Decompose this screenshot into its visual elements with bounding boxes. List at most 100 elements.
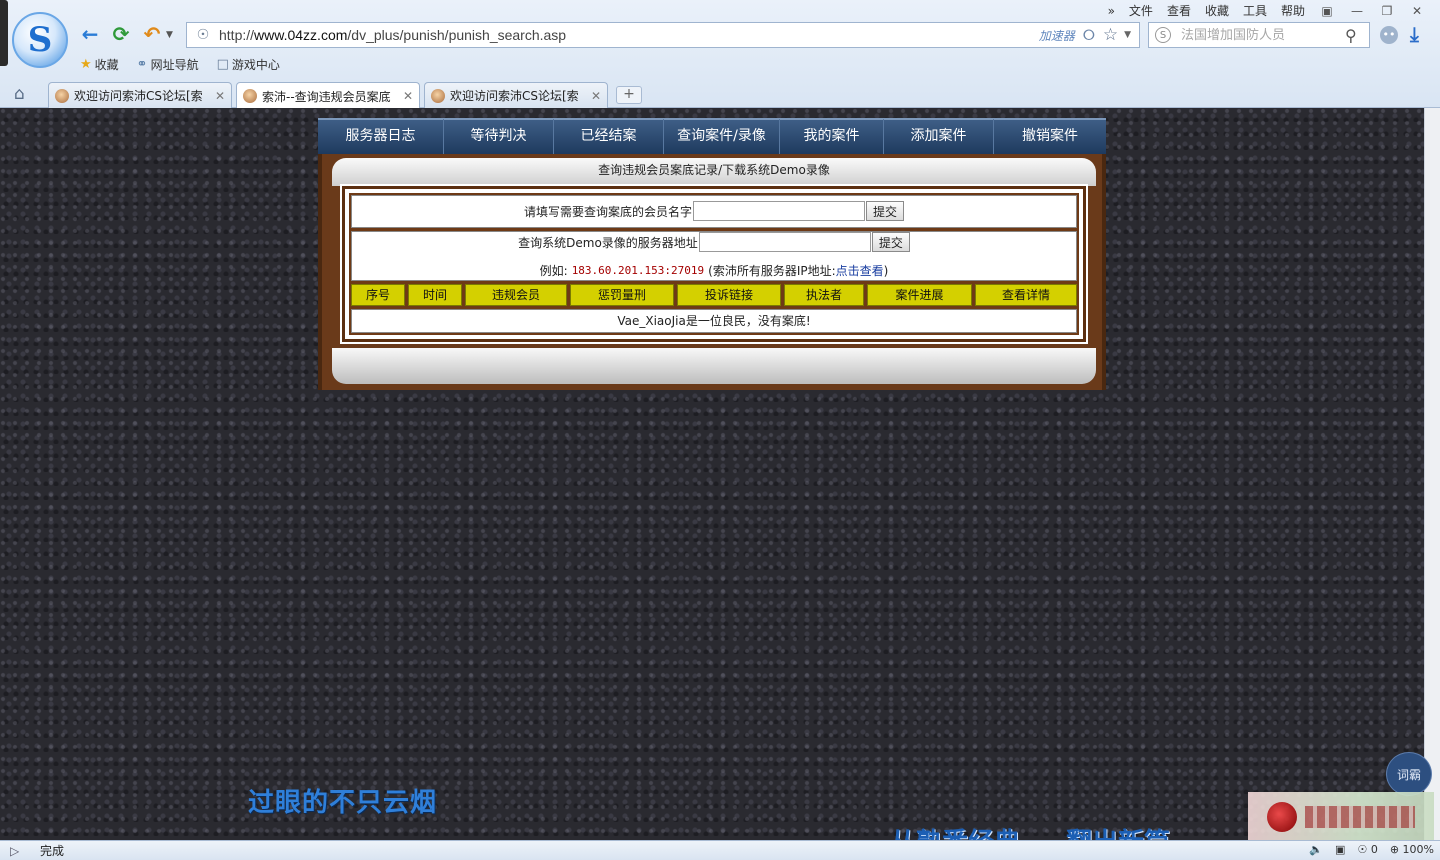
fav-label: 收藏 bbox=[94, 58, 119, 72]
col-progress: 案件进展 bbox=[867, 284, 972, 306]
server-address-label: 查询系统Demo录像的服务器地址 bbox=[518, 235, 698, 250]
url-host: www.04zz.com bbox=[254, 27, 348, 43]
example-ip: 183.60.201.153:27019 bbox=[571, 264, 705, 278]
result-message: Vae_XiaoJia是一位良民，没有案底! bbox=[351, 309, 1077, 333]
tab-close-icon[interactable]: ✕ bbox=[403, 89, 413, 103]
minimize-icon[interactable]: — bbox=[1342, 4, 1372, 18]
member-search-submit-button[interactable]: 提交 bbox=[866, 201, 905, 222]
search-input[interactable] bbox=[1181, 27, 1341, 43]
member-search-line: 请填写需要查询案底的会员名字 提交 bbox=[523, 201, 905, 222]
member-search-form: 请填写需要查询案底的会员名字 提交 bbox=[351, 195, 1077, 228]
home-icon[interactable]: ⌂ bbox=[14, 84, 25, 104]
server-search-submit-button[interactable]: 提交 bbox=[871, 232, 910, 253]
shield-icon: ☉ bbox=[1357, 843, 1368, 856]
nav-add-case[interactable]: 添加案件 bbox=[884, 119, 994, 155]
tab-title: 欢迎访问索沛CS论坛[索 bbox=[450, 89, 579, 103]
tab-close-icon[interactable]: ✕ bbox=[215, 89, 225, 103]
url-text[interactable]: http://www.04zz.com/dv_plus/punish/punis… bbox=[219, 27, 1039, 43]
tab-forum-2[interactable]: 欢迎访问索沛CS论坛[索 ✕ bbox=[424, 82, 608, 108]
page-content: 服务器日志 等待判决 已经结案 查询案件/录像 我的案件 添加案件 撤销案件 查… bbox=[0, 108, 1424, 840]
restore-icon[interactable]: ❐ bbox=[1372, 4, 1402, 18]
nav-awaiting-judgment[interactable]: 等待判决 bbox=[444, 119, 554, 155]
tab-close-icon[interactable]: ✕ bbox=[591, 89, 601, 103]
zoom-level[interactable]: ⊕ 100% bbox=[1390, 843, 1434, 856]
nav-closed-cases[interactable]: 已经结案 bbox=[554, 119, 664, 155]
nav-search-cases[interactable]: 查询案件/录像 bbox=[664, 119, 780, 155]
member-name-label: 请填写需要查询案底的会员名字 bbox=[523, 204, 692, 219]
col-index: 序号 bbox=[351, 284, 405, 306]
browser-logo[interactable]: S bbox=[12, 12, 68, 68]
watermark-emblem-icon bbox=[1267, 802, 1297, 832]
status-text: 完成 bbox=[40, 844, 65, 858]
undo-dropdown-chevron-icon[interactable]: ▼ bbox=[166, 30, 173, 40]
screenshot-icon[interactable]: ▣ bbox=[1335, 843, 1345, 856]
lightning-bolt-icon[interactable]: ⭘ bbox=[1083, 26, 1095, 44]
browser-chrome: S ← ⟳ ↶ ▼ ☉ http://www.04zz.com/dv_plus/… bbox=[0, 0, 1440, 109]
tab-forum-1[interactable]: 欢迎访问索沛CS论坛[索 ✕ bbox=[48, 82, 232, 108]
lyric-line-1: 过眼的不只云烟 bbox=[248, 788, 438, 818]
accelerator-label[interactable]: 加速器 bbox=[1039, 27, 1075, 44]
menu-file[interactable]: 文件 bbox=[1122, 2, 1160, 19]
zoom-value: 100% bbox=[1402, 843, 1434, 856]
skin-shirt-icon[interactable]: ▣ bbox=[1312, 4, 1342, 18]
fav-item-favorites[interactable]: ★ 收藏 bbox=[80, 56, 119, 73]
close-window-icon[interactable]: ✕ bbox=[1402, 4, 1432, 18]
nav-my-cases[interactable]: 我的案件 bbox=[780, 119, 884, 155]
address-bar[interactable]: ☉ http://www.04zz.com/dv_plus/punish/pun… bbox=[186, 22, 1140, 48]
nav-revoke-case[interactable]: 撤销案件 bbox=[994, 119, 1106, 155]
status-bar: ▷ 完成 🔈 ▣ ☉ 0 ⊕ 100% bbox=[0, 840, 1440, 860]
fav-label: 网址导航 bbox=[150, 58, 199, 72]
panel-frame: 请填写需要查询案底的会员名字 提交 查询系统Demo录像的服务器地址 提交 例如… bbox=[342, 186, 1086, 342]
favorites-bar: ★ 收藏 ⚭ 网址导航 □ 游戏中心 bbox=[80, 56, 280, 73]
sidebar-toggle-icon[interactable]: ▷ bbox=[10, 844, 26, 858]
address-dropdown-chevron-icon[interactable]: ▼ bbox=[1124, 30, 1131, 40]
nav-server-log[interactable]: 服务器日志 bbox=[318, 119, 444, 155]
col-time: 时间 bbox=[408, 284, 462, 306]
undo-close-tab-icon[interactable]: ↶ bbox=[140, 22, 164, 46]
search-panel: 查询违规会员案底记录/下载系统Demo录像 请填写需要查询案底的会员名字 提交 … bbox=[318, 154, 1106, 390]
col-complaint-link: 投诉链接 bbox=[677, 284, 781, 306]
watermark-wordmark bbox=[1305, 806, 1415, 828]
url-path: /dv_plus/punish/punish_search.asp bbox=[347, 27, 567, 43]
url-prefix: http:// bbox=[219, 27, 255, 43]
menu-tools[interactable]: 工具 bbox=[1236, 2, 1274, 19]
new-tab-button[interactable]: + bbox=[616, 86, 642, 104]
col-penalty: 惩罚量刑 bbox=[570, 284, 674, 306]
back-arrow-icon[interactable]: ← bbox=[78, 22, 102, 46]
site-nav-bar: 服务器日志 等待判决 已经结案 查询案件/录像 我的案件 添加案件 撤销案件 bbox=[318, 118, 1106, 155]
globe-icon: ⚭ bbox=[136, 57, 148, 72]
server-search-line: 查询系统Demo录像的服务器地址 提交 bbox=[518, 232, 910, 253]
fav-item-navigation[interactable]: ⚭ 网址导航 bbox=[137, 56, 199, 73]
server-address-input[interactable] bbox=[698, 232, 871, 253]
panel-inner: 请填写需要查询案底的会员名字 提交 查询系统Demo录像的服务器地址 提交 例如… bbox=[349, 193, 1079, 335]
download-icon[interactable]: ⤓ bbox=[1410, 22, 1419, 46]
volume-icon[interactable]: 🔈 bbox=[1309, 843, 1323, 856]
refresh-icon[interactable]: ⟳ bbox=[109, 22, 133, 46]
tab-strip: ⌂ 欢迎访问索沛CS论坛[索 ✕ 索沛--查询违规会员案底 ✕ 欢迎访问索沛CS… bbox=[0, 82, 1440, 109]
search-engine-icon[interactable]: S bbox=[1155, 27, 1171, 43]
tab-punish-search[interactable]: 索沛--查询违规会员案底 ✕ bbox=[236, 82, 420, 109]
extension-icon[interactable]: •• bbox=[1380, 26, 1398, 44]
panel-title: 查询违规会员案底记录/下载系统Demo录像 bbox=[332, 158, 1096, 186]
server-list-link[interactable]: 点击查看 bbox=[836, 262, 884, 279]
fav-item-games[interactable]: □ 游戏中心 bbox=[217, 56, 280, 73]
bookmark-star-icon[interactable]: ☆ bbox=[1103, 25, 1118, 45]
site-favicon-icon bbox=[431, 88, 445, 103]
col-enforcer: 执法者 bbox=[784, 284, 864, 306]
page-icon: □ bbox=[216, 57, 229, 72]
search-icon[interactable]: ⚲ bbox=[1345, 26, 1357, 45]
panel-footer bbox=[332, 348, 1096, 384]
vertical-scrollbar[interactable] bbox=[1424, 108, 1440, 840]
lyric-app-button[interactable]: 词霸 bbox=[1386, 752, 1432, 796]
blocked-count-value: 0 bbox=[1370, 843, 1378, 856]
menu-bar: » 文件 查看 收藏 工具 帮助 ▣ — ❐ ✕ bbox=[1101, 2, 1432, 19]
menu-view[interactable]: 查看 bbox=[1160, 2, 1198, 19]
menu-more-chevron-icon[interactable]: » bbox=[1101, 4, 1122, 18]
blocked-count[interactable]: ☉ 0 bbox=[1357, 843, 1377, 856]
menu-help[interactable]: 帮助 bbox=[1274, 2, 1312, 19]
col-member: 违规会员 bbox=[465, 284, 567, 306]
side-panel-handle[interactable] bbox=[0, 0, 8, 66]
fav-label: 游戏中心 bbox=[231, 58, 280, 72]
menu-favorites[interactable]: 收藏 bbox=[1198, 2, 1236, 19]
member-name-input[interactable] bbox=[693, 201, 865, 222]
